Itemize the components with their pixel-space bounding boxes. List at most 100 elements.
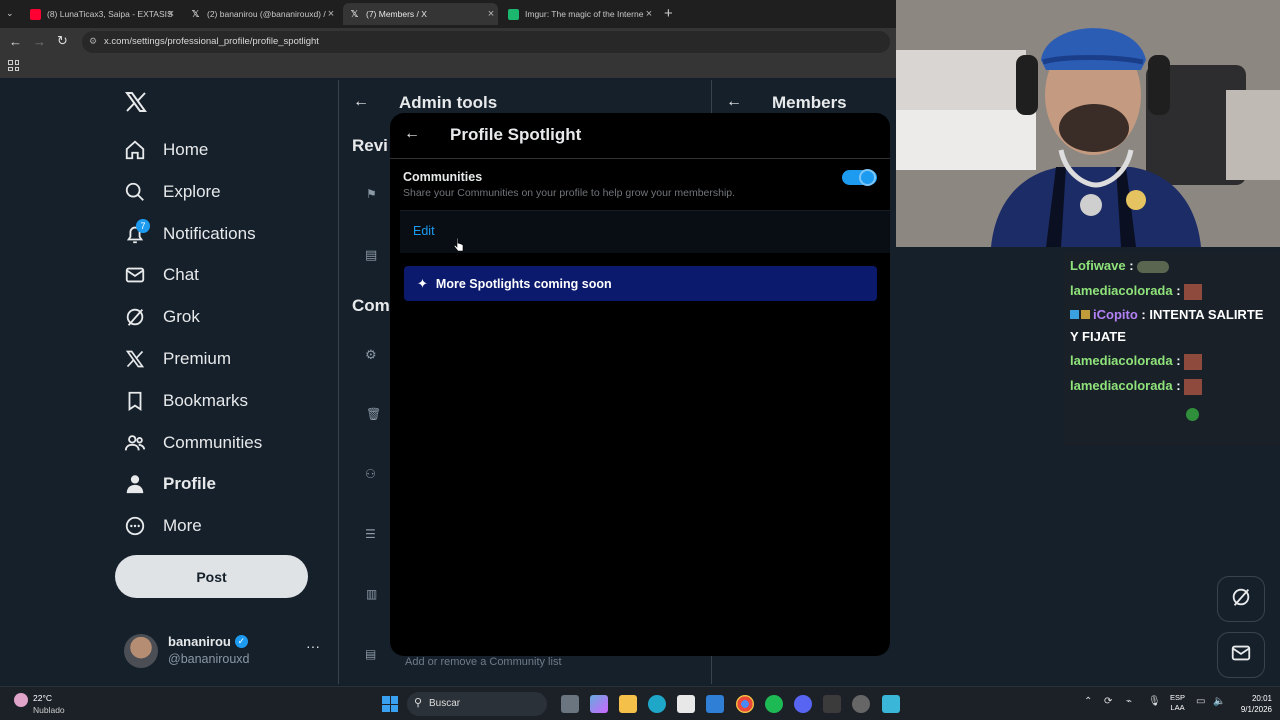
communities-toggle[interactable]: [842, 169, 877, 186]
home-icon: [124, 139, 146, 161]
taskbar-search[interactable]: ⚲ Buscar: [407, 692, 547, 716]
queue-icon: ▤: [365, 247, 378, 262]
nav-chat[interactable]: Chat: [124, 260, 199, 290]
badge-icon: [1081, 310, 1090, 319]
display-icon[interactable]: ▭: [1196, 696, 1205, 707]
nav-label: Premium: [163, 349, 232, 368]
search-icon: ⚲: [414, 697, 423, 709]
nav-more[interactable]: More: [124, 511, 202, 541]
app-icon[interactable]: [852, 695, 870, 713]
banner-label: More Spotlights coming soon: [435, 276, 612, 291]
nav-premium[interactable]: Premium: [124, 344, 231, 374]
community-list-footer[interactable]: Add or remove a Community list: [405, 656, 562, 668]
emote-icon: [1186, 408, 1199, 421]
grok-float-button[interactable]: [1217, 576, 1265, 622]
chat-message: lamediacolorada :: [1070, 378, 1203, 395]
x-logo-icon: [124, 348, 146, 370]
apps-grid-icon[interactable]: [8, 60, 19, 71]
nav-label: Notifications: [163, 224, 256, 243]
network-icon[interactable]: ⟳: [1104, 696, 1112, 707]
messages-float-button[interactable]: [1217, 632, 1265, 678]
bookmark-icon: [124, 390, 146, 412]
tab-imgur[interactable]: Imgur: The magic of the Interne ×: [508, 3, 656, 25]
people-icon: ⚇: [365, 467, 376, 481]
nav-explore[interactable]: Explore: [124, 177, 221, 207]
browser-tab-bar: ⌄ (8) LunaTicax3, Saipa - EXTASIS × 𝕏 (2…: [0, 0, 896, 28]
stream-chat-overlay: Lofiwave : lamediacolorada : iCopito : I…: [1064, 252, 1280, 446]
more-dots-icon[interactable]: ···: [306, 638, 320, 654]
tab-members[interactable]: 𝕏 (7) Members / X ×: [343, 3, 498, 25]
account-name: bananirou ✓: [168, 634, 248, 649]
chat-message: iCopito : INTENTA SALIRTE: [1070, 307, 1263, 322]
weather-temp[interactable]: 22°C: [33, 693, 52, 703]
outlook-icon[interactable]: [706, 695, 724, 713]
emote-icon: [1184, 283, 1203, 300]
divider: [390, 158, 890, 159]
tab-title: (8) LunaTicax3, Saipa - EXTASIS: [47, 9, 173, 19]
edit-link[interactable]: Edit: [413, 224, 435, 238]
bluetooth-icon[interactable]: ⌁: [1126, 696, 1132, 707]
nav-label: Chat: [163, 265, 199, 284]
post-button[interactable]: Post: [115, 555, 308, 598]
site-info-icon[interactable]: ⚙: [89, 36, 97, 47]
obs-icon[interactable]: [823, 695, 841, 713]
x-logo-icon[interactable]: [124, 90, 150, 116]
nav-home[interactable]: Home: [124, 135, 208, 165]
people-icon: [124, 432, 146, 454]
url-field[interactable]: ⚙ x.com/settings/professional_profile/pr…: [82, 31, 890, 53]
tab-youtube[interactable]: (8) LunaTicax3, Saipa - EXTASIS ×: [30, 3, 178, 25]
close-icon[interactable]: ×: [642, 8, 656, 20]
back-arrow-icon[interactable]: ←: [404, 125, 420, 143]
avatar: [124, 634, 158, 668]
notepad-icon[interactable]: [882, 695, 900, 713]
nav-bookmarks[interactable]: Bookmarks: [124, 386, 248, 416]
close-icon[interactable]: ×: [324, 8, 338, 20]
forward-icon[interactable]: →: [33, 34, 46, 49]
copilot-icon[interactable]: [590, 695, 608, 713]
tab-search-button[interactable]: ⌄: [6, 8, 18, 20]
account-switcher[interactable]: bananirou ✓ @bananirouxd ···: [124, 632, 324, 670]
discord-icon[interactable]: [794, 695, 812, 713]
back-arrow-icon[interactable]: ←: [353, 93, 369, 111]
nav-communities[interactable]: Communities: [124, 428, 262, 458]
toggle-knob: [859, 169, 876, 186]
nav-label: Grok: [163, 307, 200, 326]
tab-x-profile[interactable]: 𝕏 (2) bananirou (@bananirouxd) / ×: [190, 3, 338, 25]
edge-icon[interactable]: [648, 695, 666, 713]
clock[interactable]: 20:01 9/1/2026: [1230, 693, 1272, 715]
back-icon[interactable]: ←: [9, 34, 22, 49]
x-logo-icon: 𝕏: [350, 8, 359, 20]
nav-label: Bookmarks: [163, 391, 249, 410]
nav-label: Communities: [163, 433, 263, 452]
close-icon[interactable]: ×: [164, 8, 178, 20]
sparkle-icon: ✦: [417, 275, 428, 291]
edit-row[interactable]: Edit: [400, 210, 890, 253]
youtube-icon: [30, 8, 41, 20]
language-indicator[interactable]: ESP LAA: [1170, 693, 1185, 713]
chrome-icon[interactable]: [736, 695, 754, 713]
mic-icon[interactable]: 🎙: [1148, 696, 1161, 707]
reload-icon[interactable]: ↻: [57, 33, 68, 49]
task-view-icon[interactable]: [561, 695, 579, 713]
nav-notifications[interactable]: 7 Notifications: [124, 219, 256, 249]
chart-icon: ▥: [366, 587, 378, 601]
chat-message: lamediacolorada :: [1070, 283, 1203, 300]
account-handle: @bananirouxd: [168, 652, 250, 666]
chat-message-continued: Y FIJATE: [1070, 329, 1126, 344]
new-tab-button[interactable]: +: [664, 5, 673, 22]
volume-icon[interactable]: 🔈: [1213, 696, 1225, 707]
store-icon[interactable]: [677, 695, 695, 713]
emote-icon: [1184, 353, 1203, 370]
nav-profile[interactable]: Profile: [124, 469, 216, 499]
file-explorer-icon[interactable]: [619, 695, 637, 713]
nav-grok[interactable]: Grok: [124, 302, 200, 332]
bell-icon: 7: [124, 219, 150, 245]
spotify-icon[interactable]: [765, 695, 783, 713]
url-text: x.com/settings/professional_profile/prof…: [104, 36, 319, 47]
tray-chevron-icon[interactable]: ⌃: [1084, 696, 1092, 707]
webcam-overlay: [896, 0, 1280, 247]
windows-start-icon[interactable]: [382, 696, 398, 712]
spotlights-banner: ✦ More Spotlights coming soon: [404, 266, 877, 301]
back-arrow-icon[interactable]: ←: [726, 93, 742, 111]
close-icon[interactable]: ×: [484, 8, 498, 20]
